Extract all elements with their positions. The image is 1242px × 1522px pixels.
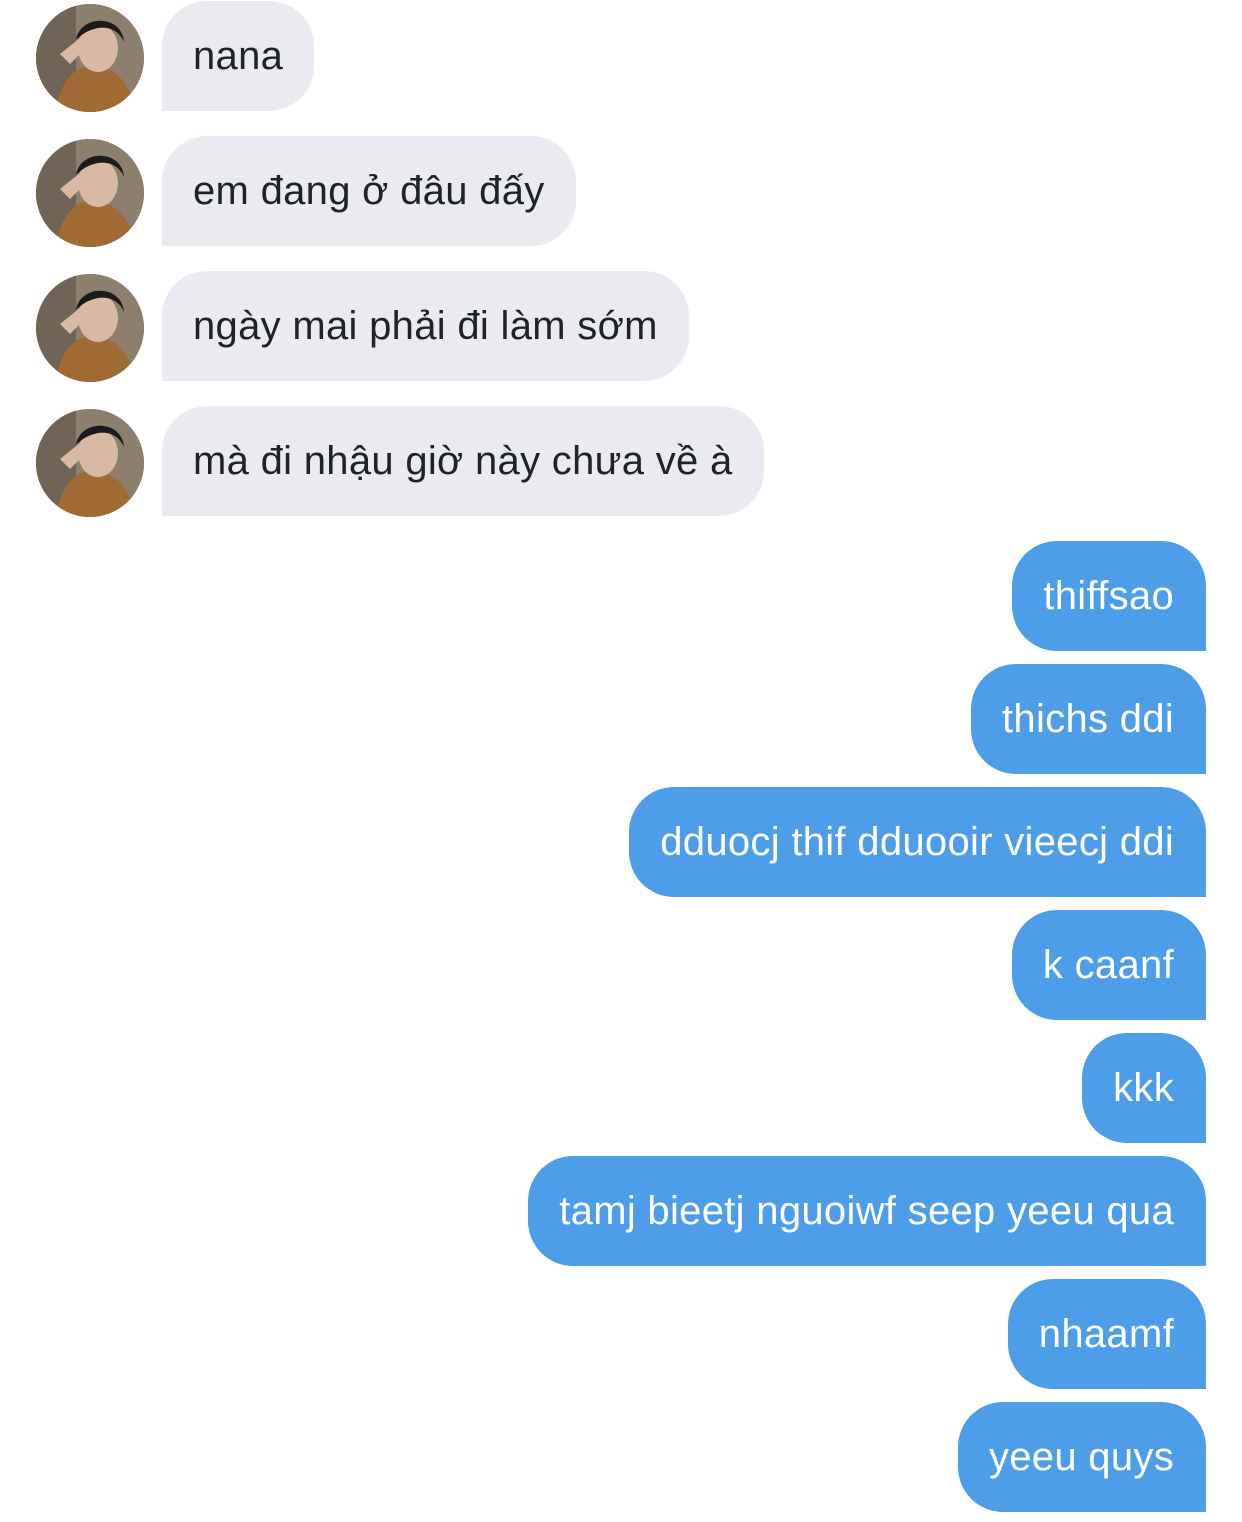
incoming-bubble[interactable]: ngày mai phải đi làm sớm <box>162 271 689 381</box>
outgoing-message: dduocj thif dduooir vieecj ddi <box>629 787 1206 897</box>
outgoing-message: kkk <box>1082 1033 1206 1143</box>
incoming-bubble[interactable]: mà đi nhậu giờ này chưa về à <box>162 406 764 516</box>
outgoing-bubble[interactable]: yeeu quys <box>957 1402 1206 1512</box>
outgoing-message: thichs ddi <box>971 664 1206 774</box>
outgoing-bubble[interactable]: dduocj thif dduooir vieecj ddi <box>629 787 1206 897</box>
outgoing-message: nhaamf <box>1007 1279 1206 1389</box>
user-avatar-photo-icon[interactable] <box>36 274 144 382</box>
incoming-bubble[interactable]: nana <box>162 1 315 111</box>
outgoing-bubble[interactable]: kkk <box>1082 1033 1206 1143</box>
outgoing-bubble[interactable]: k caanf <box>1011 910 1206 1020</box>
outgoing-bubble[interactable]: nhaamf <box>1007 1279 1206 1389</box>
user-avatar-photo-icon[interactable] <box>36 139 144 247</box>
outgoing-message: tamj bieetj nguoiwf seep yeeu qua <box>528 1156 1206 1266</box>
outgoing-message: k caanf <box>1011 910 1206 1020</box>
incoming-bubble[interactable]: em đang ở đâu đấy <box>162 136 576 246</box>
user-avatar-photo-icon[interactable] <box>36 409 144 517</box>
outgoing-bubble[interactable]: thiffsao <box>1012 541 1206 651</box>
outgoing-bubble[interactable]: thichs ddi <box>971 664 1206 774</box>
outgoing-message: thiffsao <box>1012 541 1206 651</box>
outgoing-message: yeeu quys <box>957 1402 1206 1512</box>
message-thread: nana em đang ở đâu đấy ngày mai phải đi … <box>0 0 1242 1522</box>
user-avatar-photo-icon[interactable] <box>36 4 144 112</box>
outgoing-bubble[interactable]: tamj bieetj nguoiwf seep yeeu qua <box>528 1156 1206 1266</box>
